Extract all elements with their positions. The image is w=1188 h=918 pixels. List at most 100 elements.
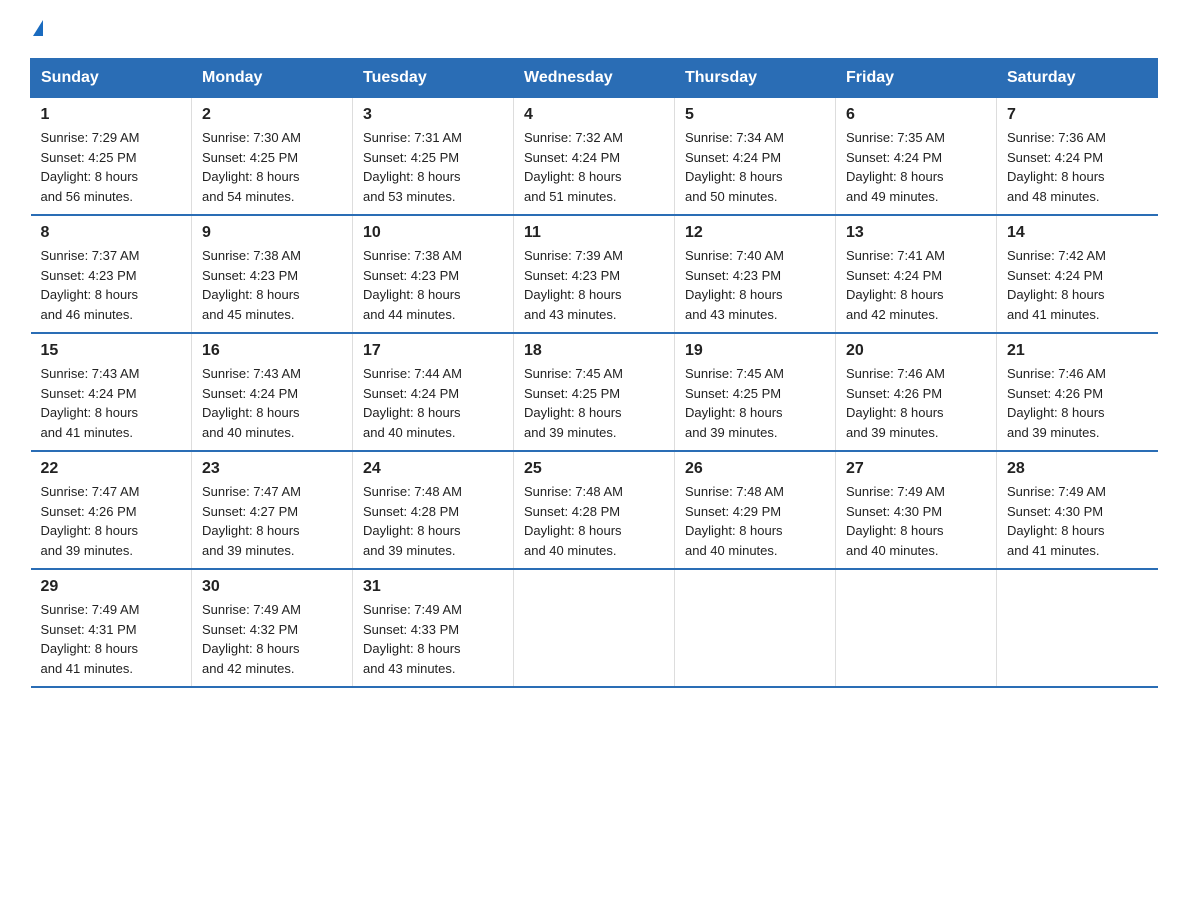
day-cell-15: 15 Sunrise: 7:43 AM Sunset: 4:24 PM Dayl…	[31, 333, 192, 451]
day-number: 13	[846, 224, 986, 242]
day-info: Sunrise: 7:49 AM Sunset: 4:30 PM Dayligh…	[846, 482, 986, 560]
day-number: 5	[685, 106, 825, 124]
day-cell-22: 22 Sunrise: 7:47 AM Sunset: 4:26 PM Dayl…	[31, 451, 192, 569]
day-info: Sunrise: 7:43 AM Sunset: 4:24 PM Dayligh…	[41, 364, 182, 442]
day-number: 29	[41, 578, 182, 596]
empty-cell	[997, 569, 1158, 687]
day-info: Sunrise: 7:29 AM Sunset: 4:25 PM Dayligh…	[41, 128, 182, 206]
day-info: Sunrise: 7:40 AM Sunset: 4:23 PM Dayligh…	[685, 246, 825, 324]
day-info: Sunrise: 7:39 AM Sunset: 4:23 PM Dayligh…	[524, 246, 664, 324]
day-info: Sunrise: 7:49 AM Sunset: 4:31 PM Dayligh…	[41, 600, 182, 678]
week-row-1: 1 Sunrise: 7:29 AM Sunset: 4:25 PM Dayli…	[31, 98, 1158, 216]
day-cell-29: 29 Sunrise: 7:49 AM Sunset: 4:31 PM Dayl…	[31, 569, 192, 687]
day-info: Sunrise: 7:36 AM Sunset: 4:24 PM Dayligh…	[1007, 128, 1148, 206]
day-cell-25: 25 Sunrise: 7:48 AM Sunset: 4:28 PM Dayl…	[514, 451, 675, 569]
day-number: 2	[202, 106, 342, 124]
page-header	[30, 20, 1158, 38]
day-number: 23	[202, 460, 342, 478]
header-sunday: Sunday	[31, 59, 192, 98]
header-monday: Monday	[192, 59, 353, 98]
day-info: Sunrise: 7:46 AM Sunset: 4:26 PM Dayligh…	[846, 364, 986, 442]
day-info: Sunrise: 7:44 AM Sunset: 4:24 PM Dayligh…	[363, 364, 503, 442]
day-number: 8	[41, 224, 182, 242]
header-wednesday: Wednesday	[514, 59, 675, 98]
day-number: 10	[363, 224, 503, 242]
day-cell-7: 7 Sunrise: 7:36 AM Sunset: 4:24 PM Dayli…	[997, 98, 1158, 216]
empty-cell	[836, 569, 997, 687]
day-cell-2: 2 Sunrise: 7:30 AM Sunset: 4:25 PM Dayli…	[192, 98, 353, 216]
day-cell-20: 20 Sunrise: 7:46 AM Sunset: 4:26 PM Dayl…	[836, 333, 997, 451]
day-info: Sunrise: 7:45 AM Sunset: 4:25 PM Dayligh…	[524, 364, 664, 442]
day-info: Sunrise: 7:30 AM Sunset: 4:25 PM Dayligh…	[202, 128, 342, 206]
day-number: 12	[685, 224, 825, 242]
day-number: 27	[846, 460, 986, 478]
day-number: 1	[41, 106, 182, 124]
day-info: Sunrise: 7:46 AM Sunset: 4:26 PM Dayligh…	[1007, 364, 1148, 442]
day-number: 21	[1007, 342, 1148, 360]
day-number: 18	[524, 342, 664, 360]
logo	[30, 20, 43, 38]
day-cell-6: 6 Sunrise: 7:35 AM Sunset: 4:24 PM Dayli…	[836, 98, 997, 216]
day-cell-18: 18 Sunrise: 7:45 AM Sunset: 4:25 PM Dayl…	[514, 333, 675, 451]
day-cell-5: 5 Sunrise: 7:34 AM Sunset: 4:24 PM Dayli…	[675, 98, 836, 216]
day-number: 30	[202, 578, 342, 596]
day-cell-9: 9 Sunrise: 7:38 AM Sunset: 4:23 PM Dayli…	[192, 215, 353, 333]
day-cell-14: 14 Sunrise: 7:42 AM Sunset: 4:24 PM Dayl…	[997, 215, 1158, 333]
day-number: 22	[41, 460, 182, 478]
day-info: Sunrise: 7:49 AM Sunset: 4:32 PM Dayligh…	[202, 600, 342, 678]
day-cell-21: 21 Sunrise: 7:46 AM Sunset: 4:26 PM Dayl…	[997, 333, 1158, 451]
header-friday: Friday	[836, 59, 997, 98]
day-number: 31	[363, 578, 503, 596]
day-cell-26: 26 Sunrise: 7:48 AM Sunset: 4:29 PM Dayl…	[675, 451, 836, 569]
day-info: Sunrise: 7:48 AM Sunset: 4:28 PM Dayligh…	[363, 482, 503, 560]
day-info: Sunrise: 7:35 AM Sunset: 4:24 PM Dayligh…	[846, 128, 986, 206]
empty-cell	[514, 569, 675, 687]
day-number: 24	[363, 460, 503, 478]
calendar-table: SundayMondayTuesdayWednesdayThursdayFrid…	[30, 58, 1158, 688]
day-info: Sunrise: 7:47 AM Sunset: 4:27 PM Dayligh…	[202, 482, 342, 560]
day-cell-28: 28 Sunrise: 7:49 AM Sunset: 4:30 PM Dayl…	[997, 451, 1158, 569]
day-info: Sunrise: 7:38 AM Sunset: 4:23 PM Dayligh…	[202, 246, 342, 324]
day-number: 11	[524, 224, 664, 242]
day-info: Sunrise: 7:34 AM Sunset: 4:24 PM Dayligh…	[685, 128, 825, 206]
week-row-2: 8 Sunrise: 7:37 AM Sunset: 4:23 PM Dayli…	[31, 215, 1158, 333]
day-cell-8: 8 Sunrise: 7:37 AM Sunset: 4:23 PM Dayli…	[31, 215, 192, 333]
day-cell-3: 3 Sunrise: 7:31 AM Sunset: 4:25 PM Dayli…	[353, 98, 514, 216]
day-number: 16	[202, 342, 342, 360]
day-number: 28	[1007, 460, 1148, 478]
day-info: Sunrise: 7:43 AM Sunset: 4:24 PM Dayligh…	[202, 364, 342, 442]
day-number: 25	[524, 460, 664, 478]
day-info: Sunrise: 7:42 AM Sunset: 4:24 PM Dayligh…	[1007, 246, 1148, 324]
day-cell-23: 23 Sunrise: 7:47 AM Sunset: 4:27 PM Dayl…	[192, 451, 353, 569]
day-info: Sunrise: 7:31 AM Sunset: 4:25 PM Dayligh…	[363, 128, 503, 206]
day-info: Sunrise: 7:49 AM Sunset: 4:30 PM Dayligh…	[1007, 482, 1148, 560]
day-number: 15	[41, 342, 182, 360]
day-cell-19: 19 Sunrise: 7:45 AM Sunset: 4:25 PM Dayl…	[675, 333, 836, 451]
day-cell-27: 27 Sunrise: 7:49 AM Sunset: 4:30 PM Dayl…	[836, 451, 997, 569]
day-number: 14	[1007, 224, 1148, 242]
day-info: Sunrise: 7:45 AM Sunset: 4:25 PM Dayligh…	[685, 364, 825, 442]
header-thursday: Thursday	[675, 59, 836, 98]
day-cell-13: 13 Sunrise: 7:41 AM Sunset: 4:24 PM Dayl…	[836, 215, 997, 333]
day-info: Sunrise: 7:48 AM Sunset: 4:28 PM Dayligh…	[524, 482, 664, 560]
day-number: 9	[202, 224, 342, 242]
day-info: Sunrise: 7:41 AM Sunset: 4:24 PM Dayligh…	[846, 246, 986, 324]
header-saturday: Saturday	[997, 59, 1158, 98]
week-row-4: 22 Sunrise: 7:47 AM Sunset: 4:26 PM Dayl…	[31, 451, 1158, 569]
logo-triangle-icon	[33, 20, 43, 36]
day-number: 20	[846, 342, 986, 360]
day-cell-10: 10 Sunrise: 7:38 AM Sunset: 4:23 PM Dayl…	[353, 215, 514, 333]
day-info: Sunrise: 7:38 AM Sunset: 4:23 PM Dayligh…	[363, 246, 503, 324]
day-info: Sunrise: 7:37 AM Sunset: 4:23 PM Dayligh…	[41, 246, 182, 324]
day-cell-24: 24 Sunrise: 7:48 AM Sunset: 4:28 PM Dayl…	[353, 451, 514, 569]
day-info: Sunrise: 7:47 AM Sunset: 4:26 PM Dayligh…	[41, 482, 182, 560]
header-tuesday: Tuesday	[353, 59, 514, 98]
day-cell-16: 16 Sunrise: 7:43 AM Sunset: 4:24 PM Dayl…	[192, 333, 353, 451]
day-info: Sunrise: 7:49 AM Sunset: 4:33 PM Dayligh…	[363, 600, 503, 678]
day-cell-30: 30 Sunrise: 7:49 AM Sunset: 4:32 PM Dayl…	[192, 569, 353, 687]
day-number: 4	[524, 106, 664, 124]
day-cell-17: 17 Sunrise: 7:44 AM Sunset: 4:24 PM Dayl…	[353, 333, 514, 451]
day-info: Sunrise: 7:32 AM Sunset: 4:24 PM Dayligh…	[524, 128, 664, 206]
day-cell-4: 4 Sunrise: 7:32 AM Sunset: 4:24 PM Dayli…	[514, 98, 675, 216]
day-cell-12: 12 Sunrise: 7:40 AM Sunset: 4:23 PM Dayl…	[675, 215, 836, 333]
